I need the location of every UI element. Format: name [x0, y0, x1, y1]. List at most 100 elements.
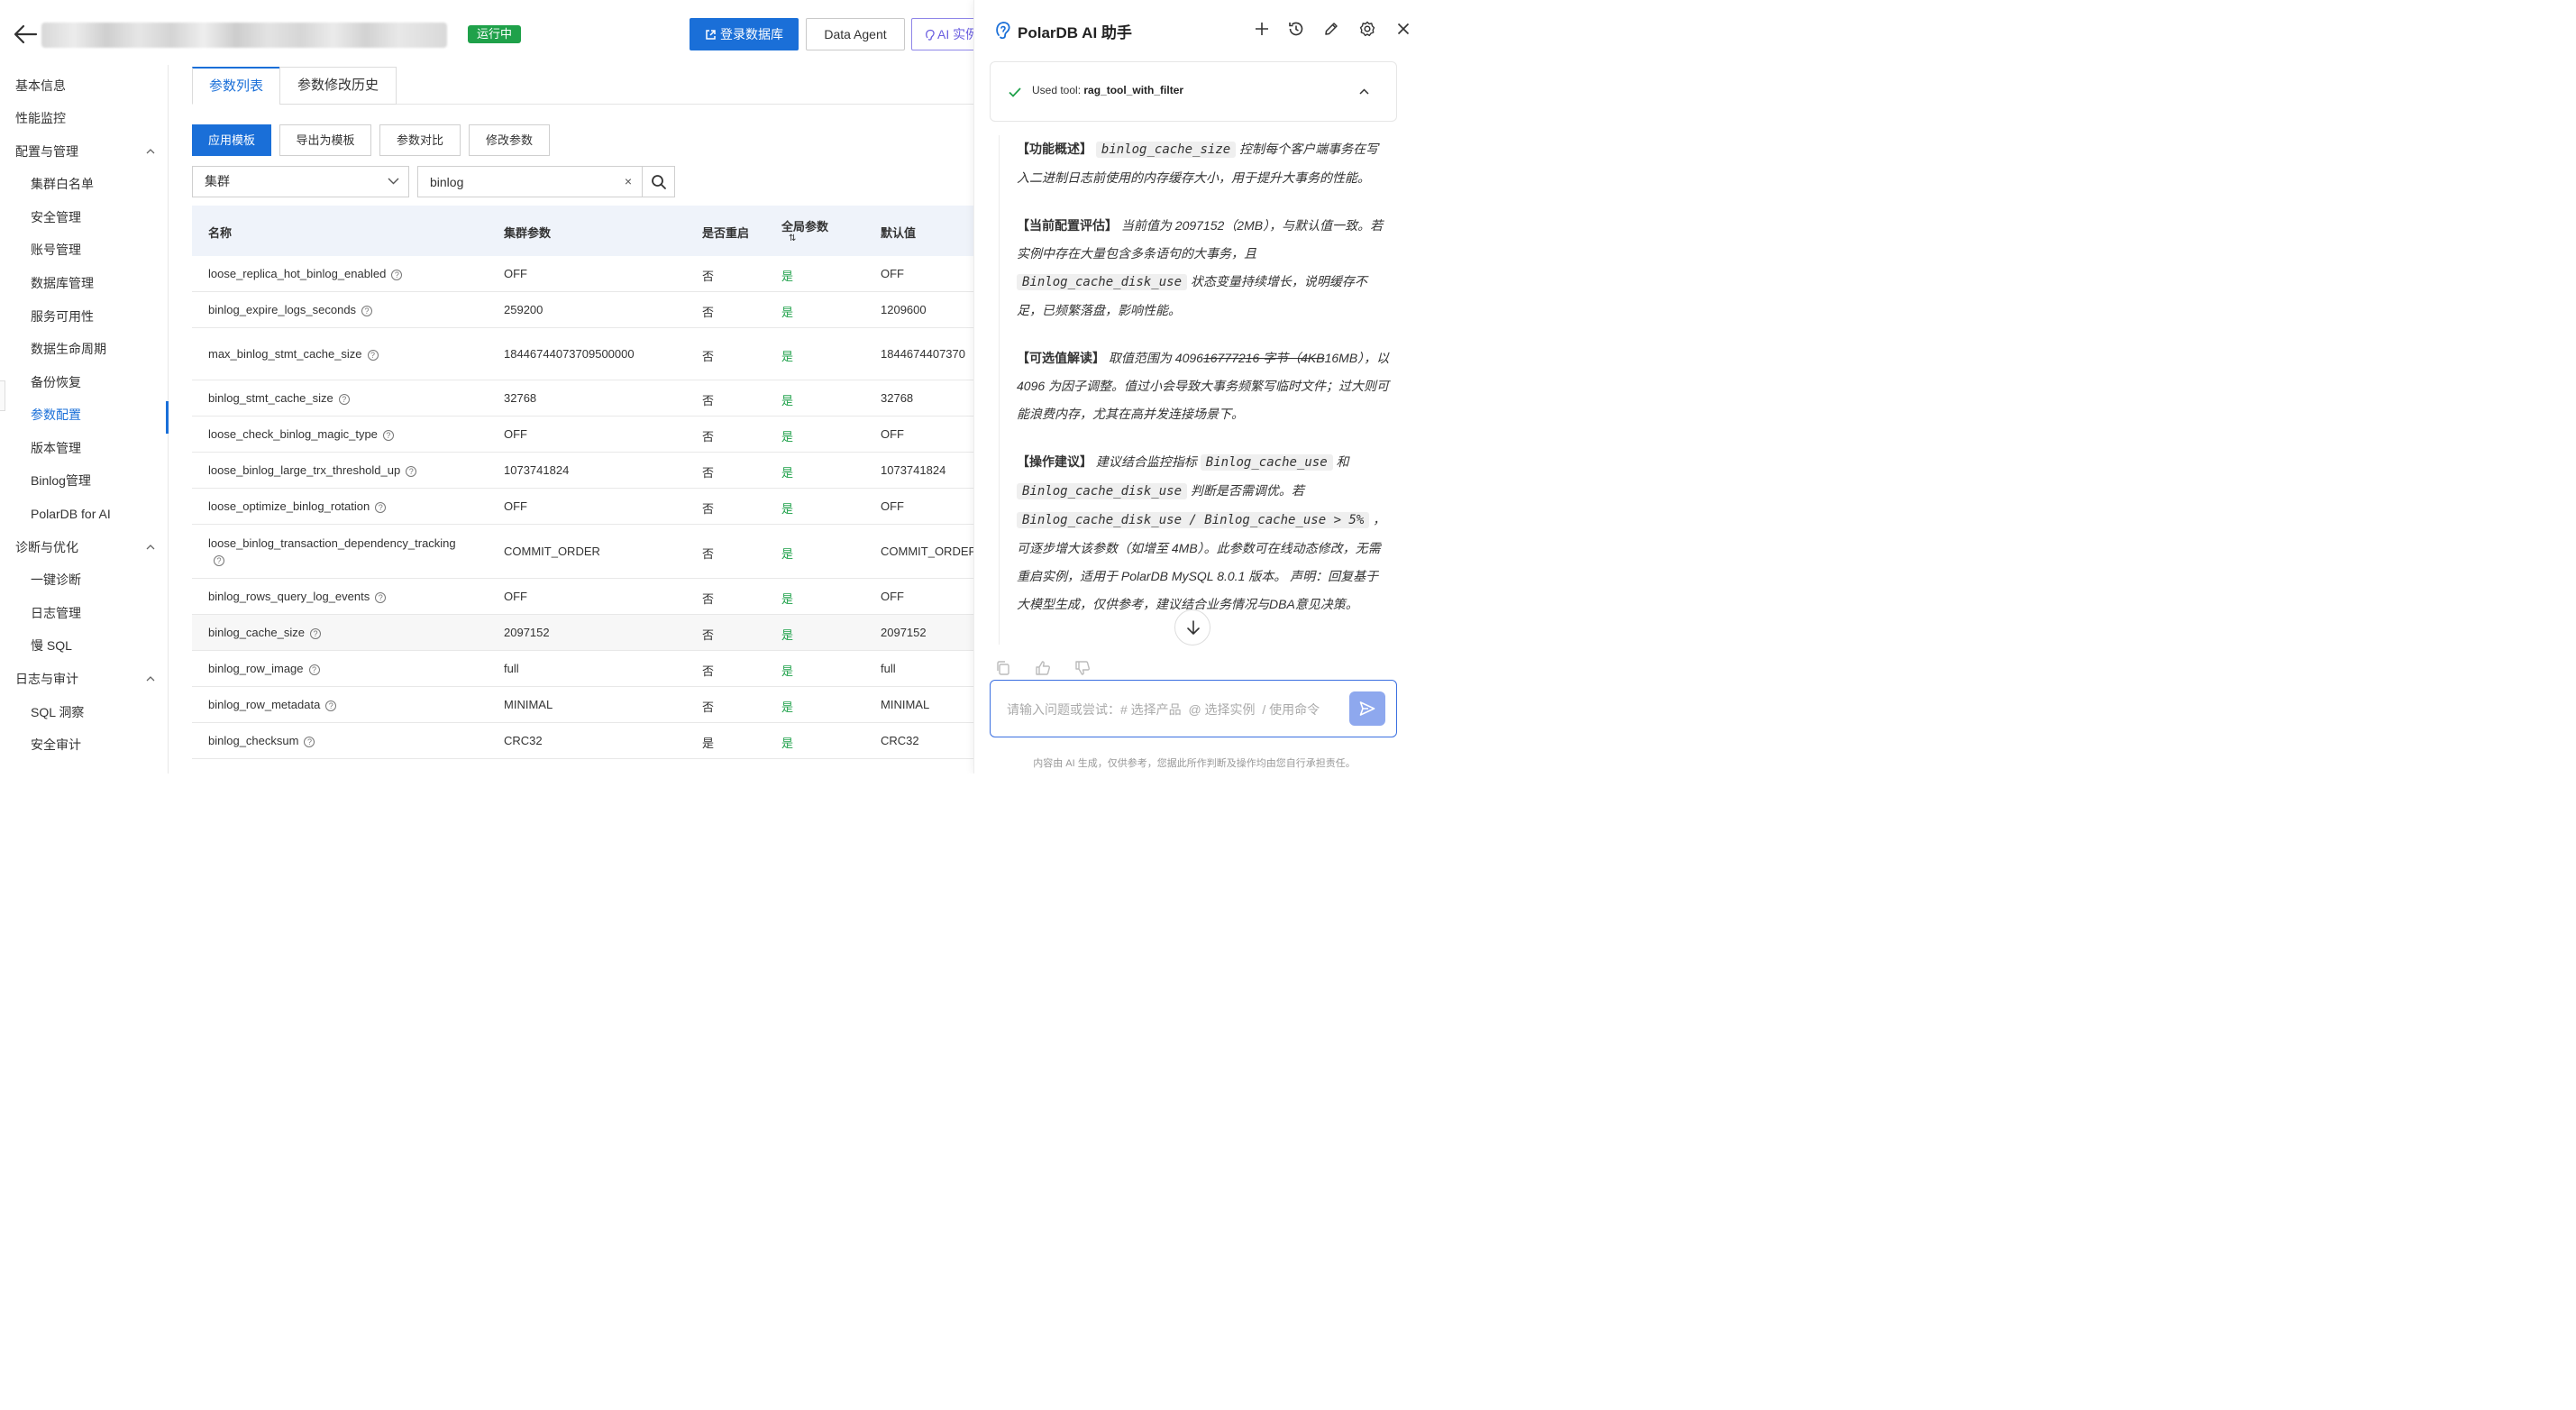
cell-name: loose_replica_hot_binlog_enabled?: [208, 267, 403, 280]
thumbs-down-icon[interactable]: [1074, 660, 1091, 676]
sidebar-item-binlog[interactable]: Binlog管理: [0, 467, 168, 494]
copy-icon[interactable]: [995, 660, 1011, 676]
help-icon[interactable]: ?: [304, 737, 315, 747]
data-agent-button[interactable]: Data Agent: [806, 18, 905, 50]
cell-name-text: binlog_row_metadata: [208, 698, 321, 711]
search-icon[interactable]: [651, 174, 667, 190]
search-input[interactable]: [418, 167, 635, 197]
scroll-down-button[interactable]: [1174, 609, 1210, 645]
sidebar-collapse-handle[interactable]: [0, 380, 5, 411]
send-button[interactable]: [1349, 691, 1385, 726]
export-template-button[interactable]: 导出为模板: [279, 124, 371, 156]
help-icon[interactable]: ?: [214, 555, 224, 566]
sidebar-item-whitelist[interactable]: 集群白名单: [0, 170, 168, 197]
column-header-cluster-param: 集群参数: [504, 226, 552, 240]
help-icon[interactable]: ?: [308, 664, 320, 675]
sidebar-item-label: 版本管理: [31, 441, 81, 455]
tab-parameter-list[interactable]: 参数列表: [192, 67, 280, 105]
cell-global-text: 是: [781, 502, 794, 516]
answer-paragraph-evaluation: 【当前配置评估】 当前值为 2097152（2MB），与默认值一致。若实例中存在…: [1017, 212, 1391, 325]
sidebar-item-security-audit[interactable]: 安全审计: [0, 731, 168, 758]
sidebar-item-accounts[interactable]: 账号管理: [0, 236, 168, 263]
modify-parameters-button[interactable]: 修改参数: [469, 124, 550, 156]
sidebar-item-sql-insight[interactable]: SQL 洞察: [0, 699, 168, 726]
close-icon[interactable]: [1394, 20, 1412, 38]
sidebar-item-versions[interactable]: 版本管理: [0, 435, 168, 462]
section-heading: 【当前配置评估】: [1017, 218, 1118, 233]
help-icon[interactable]: ?: [367, 350, 379, 361]
help-icon[interactable]: ?: [325, 700, 337, 711]
sidebar-item-lifecycle[interactable]: 数据生命周期: [0, 335, 168, 362]
section-heading: 【操作建议】: [1017, 454, 1092, 469]
compare-parameters-button[interactable]: 参数对比: [379, 124, 461, 156]
sidebar-item-polardb-ai[interactable]: PolarDB for AI: [0, 500, 168, 527]
chevron-up-icon[interactable]: [1359, 88, 1369, 95]
sidebar-item-label: 参数配置: [31, 407, 81, 422]
cell-cluster-param-text: 18446744073709500000: [504, 347, 635, 361]
table-row: binlog_row_metadata? MINIMAL 否 是 MINIMAL: [192, 687, 973, 723]
sidebar-item-availability[interactable]: 服务可用性: [0, 303, 168, 330]
cell-global-text: 是: [781, 592, 794, 606]
sidebar-item-basic-info[interactable]: 基本信息: [0, 72, 168, 99]
top-bar: 运行中 登录数据库 Data Agent AI 实例: [0, 0, 983, 65]
help-icon[interactable]: ?: [338, 394, 350, 405]
login-database-label: 登录数据库: [720, 27, 783, 41]
sidebar-item-databases[interactable]: 数据库管理: [0, 270, 168, 297]
login-database-button[interactable]: 登录数据库: [690, 18, 799, 50]
sidebar-group-config[interactable]: 配置与管理: [0, 138, 168, 165]
sidebar-item-performance[interactable]: 性能监控: [0, 105, 168, 132]
cell-cluster-param-text: MINIMAL: [504, 698, 553, 711]
history-icon[interactable]: [1287, 20, 1305, 38]
sidebar-item-label: 诊断与优化: [15, 540, 78, 554]
sidebar-item-label: 一键诊断: [31, 572, 81, 587]
sidebar-item-slow-sql[interactable]: 慢 SQL: [0, 632, 168, 659]
apply-template-button[interactable]: 应用模板: [192, 124, 271, 156]
back-arrow-icon[interactable]: [13, 23, 38, 45]
cell-restart: 否: [702, 545, 714, 562]
tab-parameter-history[interactable]: 参数修改历史: [279, 67, 397, 105]
sidebar-group-audit[interactable]: 日志与审计: [0, 665, 168, 692]
cell-global: 是: [781, 267, 793, 284]
cell-default: OFF: [881, 499, 973, 513]
help-icon[interactable]: ?: [361, 306, 373, 316]
cell-cluster-param: 18446744073709500000: [504, 347, 635, 361]
help-icon[interactable]: ?: [375, 502, 387, 513]
cell-restart-text: 是: [702, 737, 715, 750]
sidebar-item-label: Binlog管理: [31, 473, 91, 488]
code-span: Binlog_cache_disk_use: [1017, 274, 1188, 290]
sort-icon[interactable]: ⇅: [789, 233, 796, 243]
cell-default-text: OFF: [881, 427, 904, 441]
gear-icon[interactable]: [1358, 20, 1376, 38]
cell-restart-text: 否: [702, 664, 715, 678]
cell-global: 是: [781, 590, 793, 607]
cell-name-text: loose_optimize_binlog_rotation: [208, 499, 370, 513]
code-span: binlog_cache_size: [1095, 142, 1237, 158]
edit-icon[interactable]: [1322, 20, 1340, 38]
sidebar-item-label: 性能监控: [15, 111, 66, 125]
sidebar-item-parameters[interactable]: 参数配置: [0, 401, 169, 434]
sidebar-item-security[interactable]: 安全管理: [0, 204, 168, 231]
cell-global: 是: [781, 698, 793, 715]
sidebar-group-diagnosis[interactable]: 诊断与优化: [0, 534, 168, 561]
plus-icon[interactable]: [1253, 20, 1271, 38]
chat-input[interactable]: [1007, 700, 1331, 720]
cell-name: binlog_row_image?: [208, 662, 320, 675]
sidebar-item-logs[interactable]: 日志管理: [0, 600, 168, 627]
scope-select-value: 集群: [205, 174, 230, 188]
thumbs-up-icon[interactable]: [1035, 660, 1051, 676]
help-icon[interactable]: ?: [382, 430, 394, 441]
ai-instance-button[interactable]: AI 实例: [911, 18, 983, 50]
sidebar-item-one-click-diagnosis[interactable]: 一键诊断: [0, 566, 168, 593]
cell-cluster-param: 1073741824: [504, 463, 569, 477]
cell-restart: 否: [702, 662, 714, 679]
table-row: loose_binlog_transaction_dependency_trac…: [192, 525, 973, 579]
clear-icon[interactable]: ×: [620, 167, 636, 197]
help-icon[interactable]: ?: [309, 628, 321, 639]
sidebar-item-backup[interactable]: 备份恢复: [0, 369, 168, 396]
help-icon[interactable]: ?: [375, 592, 387, 603]
scope-select[interactable]: 集群: [192, 166, 409, 197]
help-icon[interactable]: ?: [391, 270, 403, 280]
table-row: binlog_cache_size? 2097152 否 是 2097152: [192, 615, 973, 651]
cell-restart: 否: [702, 463, 714, 481]
help-icon[interactable]: ?: [406, 466, 417, 477]
